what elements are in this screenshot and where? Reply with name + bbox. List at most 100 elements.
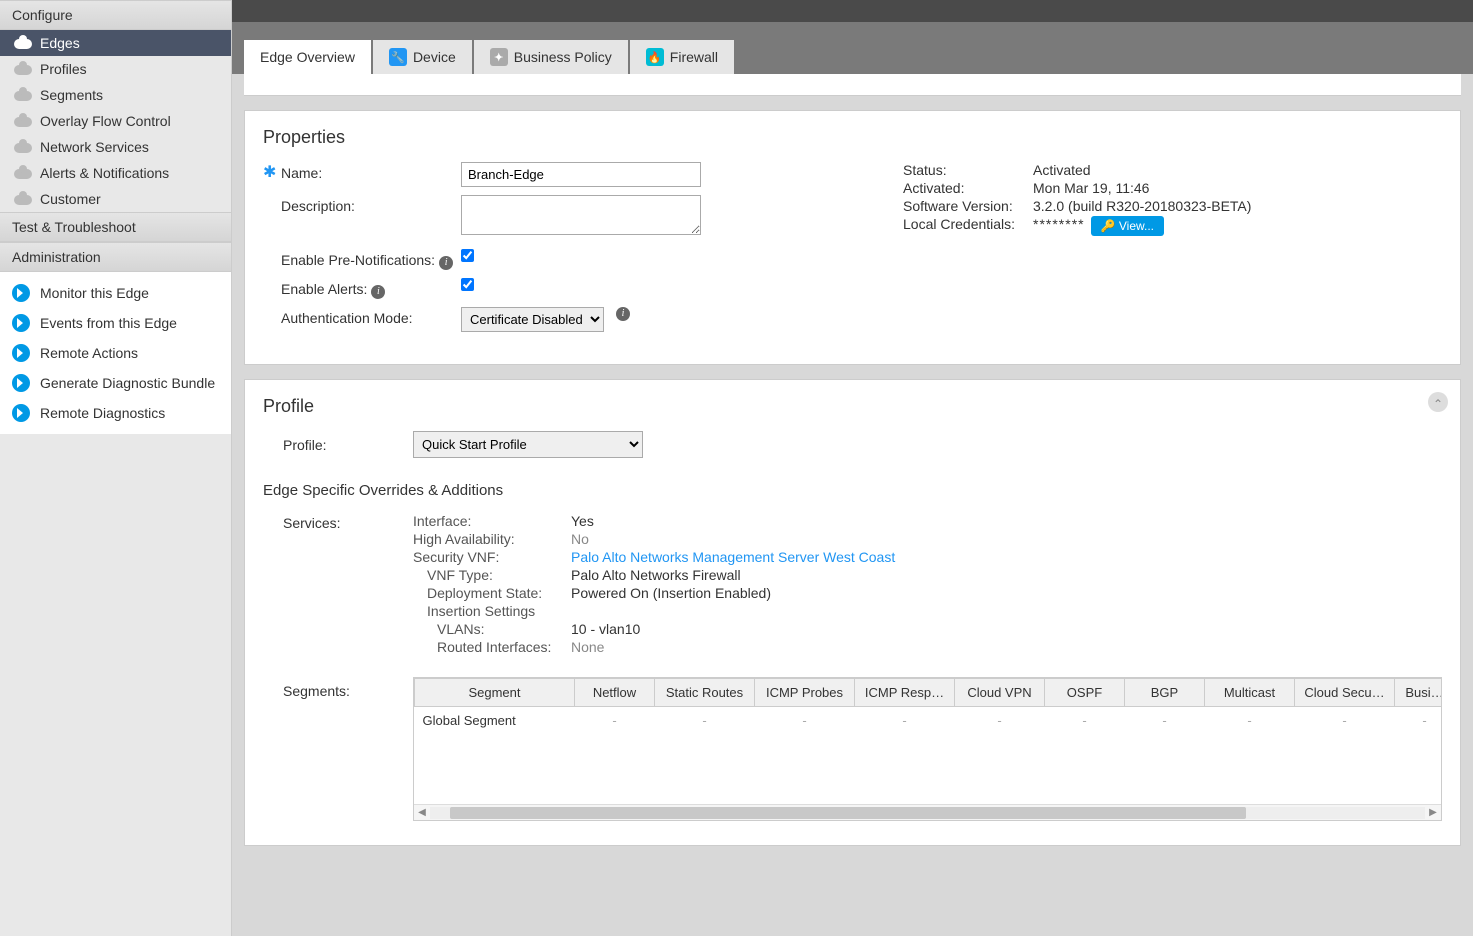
- vnf-type-label: VNF Type:: [413, 567, 571, 583]
- tab-label: Business Policy: [514, 49, 612, 65]
- arrow-icon: [12, 314, 30, 332]
- ha-label: High Availability:: [413, 531, 571, 547]
- link-remote-actions[interactable]: Remote Actions: [0, 338, 231, 368]
- link-monitor-edge[interactable]: Monitor this Edge: [0, 278, 231, 308]
- seg-cell: -: [1395, 707, 1443, 735]
- admin-link-label: Events from this Edge: [40, 315, 177, 331]
- admin-link-label: Generate Diagnostic Bundle: [40, 375, 215, 391]
- segments-table: Segment Netflow Static Routes ICMP Probe…: [414, 678, 1442, 804]
- col-icmp-probes[interactable]: ICMP Probes: [755, 679, 855, 707]
- alerts-checkbox[interactable]: [461, 278, 474, 291]
- col-multicast[interactable]: Multicast: [1205, 679, 1295, 707]
- col-ospf[interactable]: OSPF: [1045, 679, 1125, 707]
- tab-label: Device: [413, 49, 456, 65]
- view-credentials-button[interactable]: 🔑 View...: [1091, 216, 1164, 236]
- sidebar-item-edges[interactable]: Edges: [0, 30, 231, 56]
- seg-cell: -: [1045, 707, 1125, 735]
- tab-label: Firewall: [670, 49, 718, 65]
- scroll-thumb[interactable]: [450, 807, 1246, 819]
- horizontal-scrollbar[interactable]: ◀ ▶: [414, 804, 1441, 820]
- seg-cell: -: [1125, 707, 1205, 735]
- sidebar-item-profiles[interactable]: Profiles: [0, 56, 231, 82]
- deploy-state-value: Powered On (Insertion Enabled): [571, 585, 771, 601]
- cloud-icon: [14, 141, 32, 153]
- col-segment[interactable]: Segment: [415, 679, 575, 707]
- seg-cell: -: [575, 707, 655, 735]
- col-cloud-vpn[interactable]: Cloud VPN: [955, 679, 1045, 707]
- arrow-icon: [12, 284, 30, 302]
- pre-notif-checkbox[interactable]: [461, 249, 474, 262]
- info-icon[interactable]: i: [371, 285, 385, 299]
- properties-panel: Properties ✱ Name: Description:: [244, 110, 1461, 365]
- col-bgp[interactable]: BGP: [1125, 679, 1205, 707]
- name-input[interactable]: [461, 162, 701, 187]
- pre-notif-label: Enable Pre-Notifications:i: [281, 249, 461, 270]
- seg-cell: -: [755, 707, 855, 735]
- vnf-type-value: Palo Alto Networks Firewall: [571, 567, 741, 583]
- sidebar-item-alerts[interactable]: Alerts & Notifications: [0, 160, 231, 186]
- overrides-heading: Edge Specific Overrides & Additions: [263, 482, 1442, 499]
- admin-links: Monitor this Edge Events from this Edge …: [0, 272, 231, 434]
- routed-if-label: Routed Interfaces:: [413, 639, 571, 655]
- sidebar: Configure Edges Profiles Segments Overla…: [0, 0, 232, 936]
- section-admin: Administration: [0, 242, 231, 272]
- link-gen-diag-bundle[interactable]: Generate Diagnostic Bundle: [0, 368, 231, 398]
- sw-version-label: Software Version:: [903, 198, 1033, 214]
- col-busi[interactable]: Busi…: [1395, 679, 1443, 707]
- auth-mode-select[interactable]: Certificate Disabled: [461, 307, 604, 332]
- scroll-right-icon[interactable]: ▶: [1425, 807, 1441, 818]
- description-textarea[interactable]: [461, 195, 701, 235]
- col-icmp-resp[interactable]: ICMP Resp…: [855, 679, 955, 707]
- credentials-label: Local Credentials:: [903, 216, 1033, 236]
- admin-link-label: Monitor this Edge: [40, 285, 149, 301]
- ha-value: No: [571, 531, 589, 547]
- col-cloud-secu[interactable]: Cloud Secu…: [1295, 679, 1395, 707]
- properties-heading: Properties: [263, 127, 1442, 148]
- arrow-icon: [12, 344, 30, 362]
- tab-device[interactable]: 🔧Device: [373, 40, 472, 74]
- profile-panel: Profile Profile: Quick Start Profile Edg…: [244, 379, 1461, 846]
- vlans-value: 10 - vlan10: [571, 621, 640, 637]
- auth-mode-label: Authentication Mode:: [281, 307, 461, 326]
- cloud-icon: [14, 115, 32, 127]
- link-remote-diag[interactable]: Remote Diagnostics: [0, 398, 231, 428]
- activated-value: Mon Mar 19, 11:46: [1033, 180, 1149, 196]
- tab-firewall[interactable]: 🔥Firewall: [630, 40, 734, 74]
- info-icon[interactable]: i: [439, 256, 453, 270]
- profile-select[interactable]: Quick Start Profile: [413, 431, 643, 458]
- sidebar-item-segments[interactable]: Segments: [0, 82, 231, 108]
- info-icon[interactable]: i: [616, 307, 630, 321]
- sidebar-item-label: Profiles: [40, 61, 87, 77]
- segments-table-wrap: Segment Netflow Static Routes ICMP Probe…: [413, 677, 1442, 821]
- section-configure: Configure: [0, 0, 231, 30]
- deploy-state-label: Deployment State:: [413, 585, 571, 601]
- ribbon-icon: ✦: [490, 48, 508, 66]
- status-value: Activated: [1033, 162, 1091, 178]
- vlans-label: VLANs:: [413, 621, 571, 637]
- sidebar-item-label: Edges: [40, 35, 80, 51]
- tab-business-policy[interactable]: ✦ Business Policy: [474, 40, 628, 74]
- sidebar-item-network-services[interactable]: Network Services: [0, 134, 231, 160]
- sidebar-item-label: Segments: [40, 87, 103, 103]
- arrow-icon: [12, 404, 30, 422]
- col-netflow[interactable]: Netflow: [575, 679, 655, 707]
- arrow-icon: [12, 374, 30, 392]
- profile-heading: Profile: [263, 396, 1442, 417]
- cloud-icon: [14, 63, 32, 75]
- tab-edge-overview[interactable]: Edge Overview: [244, 40, 371, 74]
- col-static-routes[interactable]: Static Routes: [655, 679, 755, 707]
- table-row[interactable]: Global Segment - - - - - - - - - -: [415, 707, 1443, 735]
- tabs-bar: Edge Overview 🔧Device ✦ Business Policy 🔥…: [232, 22, 1473, 74]
- seg-cell: -: [1205, 707, 1295, 735]
- vnf-link[interactable]: Palo Alto Networks Management Server Wes…: [571, 549, 895, 565]
- services-label: Services:: [283, 513, 413, 657]
- collapse-button[interactable]: [1428, 392, 1448, 412]
- status-label: Status:: [903, 162, 1033, 178]
- scroll-left-icon[interactable]: ◀: [414, 807, 430, 818]
- cloud-icon: [14, 37, 32, 49]
- sidebar-item-overlay-flow[interactable]: Overlay Flow Control: [0, 108, 231, 134]
- link-events-edge[interactable]: Events from this Edge: [0, 308, 231, 338]
- seg-cell: -: [855, 707, 955, 735]
- sidebar-item-customer[interactable]: Customer: [0, 186, 231, 212]
- section-test: Test & Troubleshoot: [0, 212, 231, 242]
